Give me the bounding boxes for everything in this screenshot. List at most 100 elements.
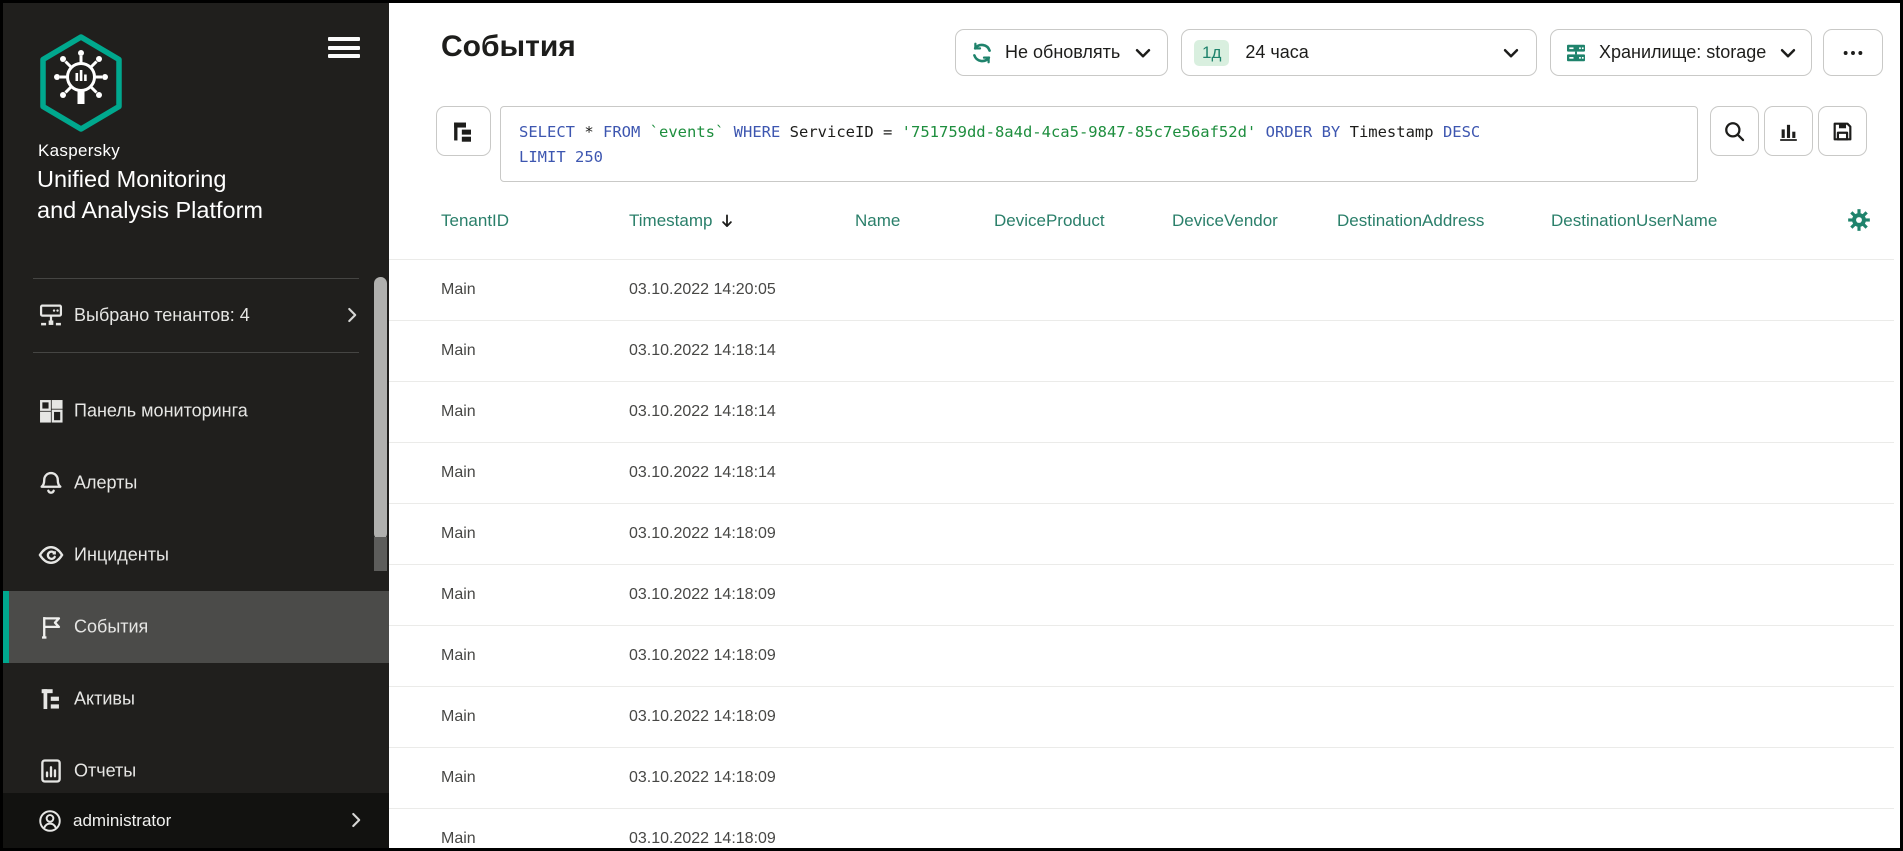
column-header-label: Timestamp: [629, 211, 713, 230]
event-row[interactable]: Main 03.10.2022 14:18:09: [389, 504, 1894, 565]
tenant-selector[interactable]: Выбрано тенантов: 4: [3, 292, 389, 338]
sql-token: Timestamp: [1349, 123, 1443, 141]
sidebar-item-events[interactable]: События: [3, 591, 389, 663]
cell-timestamp: 03.10.2022 14:18:14: [629, 464, 776, 481]
cell-timestamp: 03.10.2022 14:18:09: [629, 708, 776, 725]
cell-timestamp: 03.10.2022 14:18:09: [629, 830, 776, 847]
sql-token: ORDER BY: [1265, 123, 1350, 141]
column-header-timestamp[interactable]: Timestamp: [629, 211, 736, 231]
save-query-button[interactable]: [1818, 106, 1867, 156]
cell-tenantid: Main: [441, 708, 476, 725]
refresh-icon: [970, 41, 994, 65]
refresh-interval-dropdown[interactable]: Не обновлять: [955, 29, 1168, 76]
brand-product-line1: Unified Monitoring: [37, 166, 227, 192]
column-header-tenantid[interactable]: TenantID: [441, 211, 509, 231]
assets-tree-icon: [37, 685, 65, 713]
sql-token: DESC: [1442, 123, 1481, 141]
sidebar: Kaspersky Unified Monitoring and Analysi…: [3, 3, 389, 848]
sql-token: `events`: [649, 123, 734, 141]
sidebar-item-assets[interactable]: Активы: [3, 663, 389, 735]
event-row[interactable]: Main 03.10.2022 14:18:09: [389, 565, 1894, 626]
sidebar-item-label: Алерты: [74, 472, 138, 493]
column-header-devicevendor[interactable]: DeviceVendor: [1172, 211, 1278, 231]
sql-token: LIMIT: [519, 148, 575, 166]
event-row[interactable]: Main 03.10.2022 14:18:14: [389, 382, 1894, 443]
column-header-label: TenantID: [441, 211, 510, 230]
cell-tenantid: Main: [441, 647, 476, 664]
save-icon: [1830, 119, 1855, 144]
cell-tenantid: Main: [441, 281, 476, 298]
column-header-label: Name: [855, 211, 901, 230]
events-table: Main 03.10.2022 14:20:05 Main 03.10.2022 14…: [389, 259, 1894, 848]
period-badge: 1д: [1194, 39, 1230, 66]
event-row[interactable]: Main 03.10.2022 14:18:09: [389, 748, 1894, 809]
sidebar-scrollbar-thumb[interactable]: [374, 277, 387, 540]
user-circle-icon: [37, 808, 63, 834]
event-row[interactable]: Main 03.10.2022 14:18:14: [389, 443, 1894, 504]
query-builder-button[interactable]: [436, 106, 491, 156]
sidebar-item-label: Отчеты: [74, 760, 137, 781]
sidebar-item-label: Инциденты: [74, 544, 169, 565]
tenant-selector-label: Выбрано тенантов: 4: [74, 304, 250, 325]
column-header-deviceproduct[interactable]: DeviceProduct: [994, 211, 1105, 231]
column-header-label: DeviceProduct: [994, 211, 1105, 230]
sidebar-nav: Панель мониторинга Алерты Инциденты События…: [3, 375, 389, 807]
user-menu[interactable]: administrator: [3, 793, 389, 848]
column-header-destinationusername[interactable]: DestinationUserName: [1551, 211, 1717, 231]
sql-token: FROM: [603, 123, 650, 141]
cell-timestamp: 03.10.2022 14:18:14: [629, 342, 776, 359]
gear-icon[interactable]: [1846, 207, 1872, 233]
chevron-right-icon: [341, 304, 363, 326]
incidents-eye-icon: [37, 541, 65, 569]
storage-value: Хранилище: storage: [1599, 42, 1767, 62]
column-header-label: DestinationAddress: [1337, 211, 1485, 230]
chevron-down-icon: [1132, 42, 1154, 64]
main-content: События Не обновлять 1д 24 часа Хранилищ…: [389, 3, 1900, 848]
event-row[interactable]: Main 03.10.2022 14:20:05: [389, 260, 1894, 321]
sidebar-scrollbar-track[interactable]: [374, 537, 387, 571]
sidebar-item-alerts[interactable]: Алерты: [3, 447, 389, 519]
sidebar-item-incidents[interactable]: Инциденты: [3, 519, 389, 591]
more-actions-button[interactable]: [1823, 29, 1883, 76]
event-row[interactable]: Main 03.10.2022 14:18:09: [389, 687, 1894, 748]
cell-timestamp: 03.10.2022 14:18:14: [629, 403, 776, 420]
search-icon: [1722, 119, 1747, 144]
kuma-logo: [40, 34, 122, 132]
storage-icon: [1564, 41, 1588, 65]
sql-token: 250: [575, 148, 603, 166]
sidebar-item-dashboard[interactable]: Панель мониторинга: [3, 375, 389, 447]
cell-tenantid: Main: [441, 464, 476, 481]
run-search-button[interactable]: [1710, 106, 1759, 156]
cell-timestamp: 03.10.2022 14:18:09: [629, 769, 776, 786]
sql-token: SELECT: [519, 123, 585, 141]
events-flag-icon: [37, 613, 65, 641]
query-builder-icon: [451, 119, 476, 144]
sidebar-item-label: Активы: [74, 688, 135, 709]
column-header-name[interactable]: Name: [855, 211, 900, 231]
brand-product: Unified Monitoring and Analysis Platform: [37, 164, 263, 226]
page-title: События: [441, 30, 576, 63]
cell-tenantid: Main: [441, 830, 476, 847]
tenant-icon: [37, 301, 65, 329]
reports-doc-icon: [37, 757, 65, 785]
sql-query-input[interactable]: SELECT * FROM `events` WHERE ServiceID =…: [500, 106, 1698, 182]
sidebar-divider: [33, 278, 359, 279]
chart-icon: [1776, 119, 1801, 144]
event-row[interactable]: Main 03.10.2022 14:18:09: [389, 809, 1894, 848]
column-header-destinationaddress[interactable]: DestinationAddress: [1337, 211, 1484, 231]
statistics-chart-button[interactable]: [1764, 106, 1813, 156]
sidebar-item-label: Панель мониторинга: [74, 400, 248, 421]
sql-token: '751759dd-8a4d-4ca5-9847-85c7e56af52d': [901, 123, 1266, 141]
time-period-dropdown[interactable]: 1д 24 часа: [1181, 29, 1537, 76]
sql-token: *: [584, 123, 603, 141]
dashboard-icon: [37, 397, 65, 425]
storage-dropdown[interactable]: Хранилище: storage: [1550, 29, 1812, 76]
cell-tenantid: Main: [441, 769, 476, 786]
cell-timestamp: 03.10.2022 14:18:09: [629, 586, 776, 603]
menu-toggle-icon[interactable]: [328, 37, 360, 58]
event-row[interactable]: Main 03.10.2022 14:18:09: [389, 626, 1894, 687]
cell-tenantid: Main: [441, 586, 476, 603]
column-header-label: DestinationUserName: [1551, 211, 1718, 230]
event-row[interactable]: Main 03.10.2022 14:18:14: [389, 321, 1894, 382]
cell-timestamp: 03.10.2022 14:18:09: [629, 525, 776, 542]
